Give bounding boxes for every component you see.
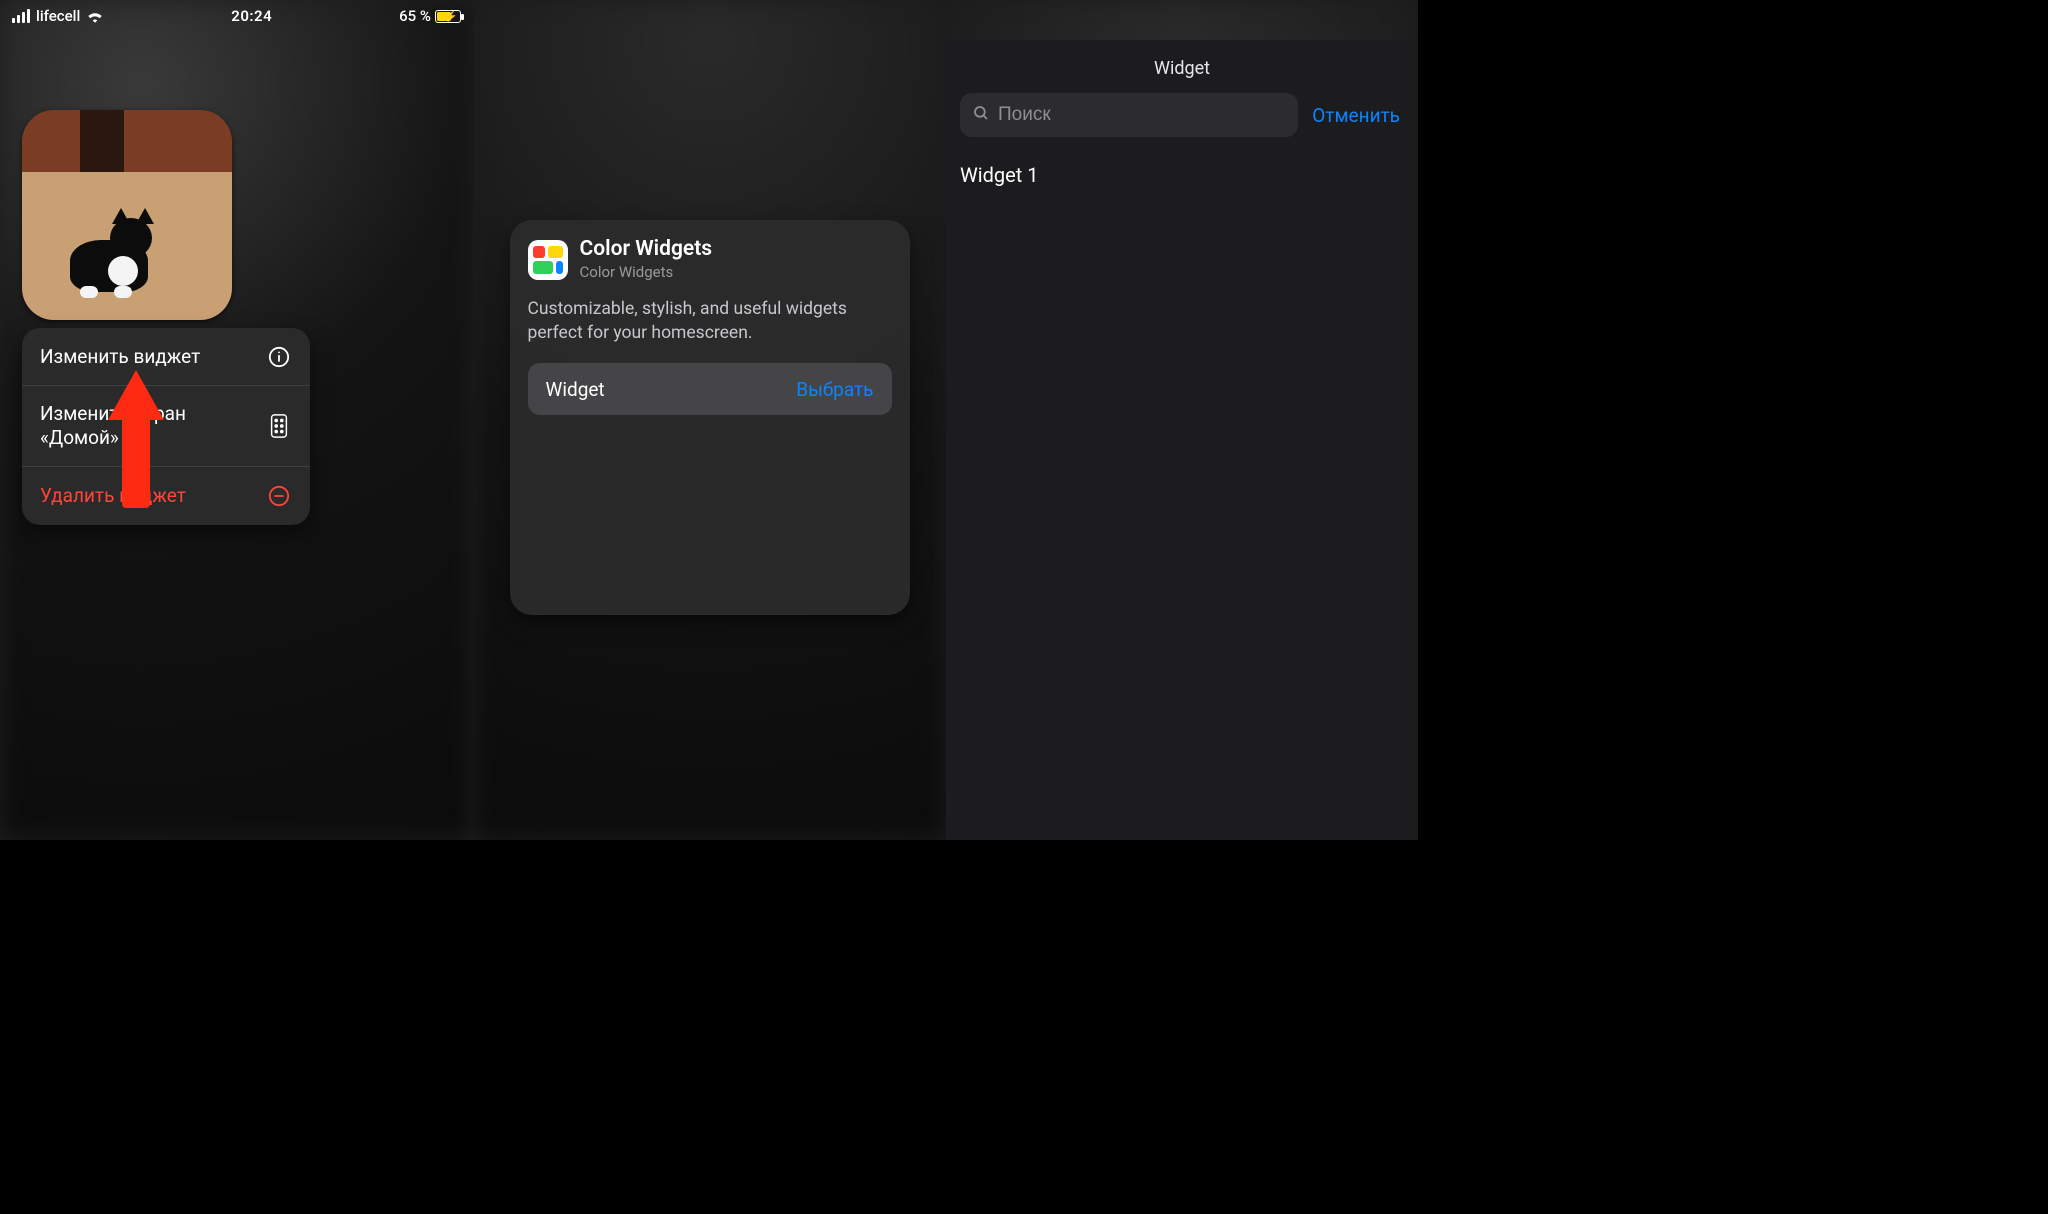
info-icon [266, 346, 292, 368]
widget-row-label: Widget [546, 378, 605, 401]
search-row: Отменить [946, 93, 1418, 137]
sheet-title: Widget [946, 50, 1418, 93]
status-left: lifecell [12, 7, 104, 25]
status-right: 65 % ⚡ [399, 7, 461, 25]
status-bar: lifecell 20:24 65 % ⚡ [0, 0, 473, 28]
minus-circle-icon [266, 485, 292, 507]
search-results: Widget 1 [946, 137, 1418, 213]
widget-preview-thumbnail[interactable] [22, 110, 232, 320]
screenshot-panel-1: lifecell 20:24 65 % ⚡ Изменить виджет Из… [0, 0, 473, 840]
apps-grid-icon [266, 414, 292, 438]
screenshot-panel-2: Color Widgets Color Widgets Customizable… [473, 0, 946, 840]
signal-icon [12, 9, 30, 23]
result-item[interactable]: Widget 1 [960, 155, 1404, 195]
edit-widget-menu-item[interactable]: Изменить виджет [22, 328, 310, 386]
carrier-label: lifecell [36, 7, 80, 25]
widget-context-menu: Изменить виджет Изменить экран «Домой» У… [22, 328, 310, 525]
config-title: Color Widgets [580, 238, 713, 261]
delete-widget-label: Удалить виджет [40, 484, 186, 508]
clock-label: 20:24 [231, 7, 272, 25]
config-subtitle: Color Widgets [580, 263, 713, 281]
widget-row-action: Выбрать [796, 378, 873, 401]
widget-select-row[interactable]: Widget Выбрать [528, 363, 892, 415]
screenshot-panel-3: Widget Отменить Widget 1 [946, 0, 1418, 840]
edit-home-label: Изменить экран «Домой» [40, 402, 240, 450]
battery-icon: ⚡ [435, 10, 461, 23]
edit-widget-label: Изменить виджет [40, 345, 200, 369]
delete-widget-menu-item[interactable]: Удалить виджет [22, 467, 310, 525]
edit-home-menu-item[interactable]: Изменить экран «Домой» [22, 386, 310, 467]
cancel-button[interactable]: Отменить [1308, 96, 1404, 135]
widget-config-card: Color Widgets Color Widgets Customizable… [510, 220, 910, 615]
search-icon [972, 104, 990, 126]
battery-percent-label: 65 % [399, 7, 431, 25]
search-field[interactable] [960, 93, 1298, 137]
color-widgets-app-icon [528, 240, 568, 280]
config-description: Customizable, stylish, and useful widget… [528, 297, 892, 345]
config-header: Color Widgets Color Widgets [528, 238, 892, 281]
wifi-icon [86, 9, 104, 23]
widget-picker-sheet: Widget Отменить Widget 1 [946, 40, 1418, 840]
search-input[interactable] [998, 104, 1286, 126]
